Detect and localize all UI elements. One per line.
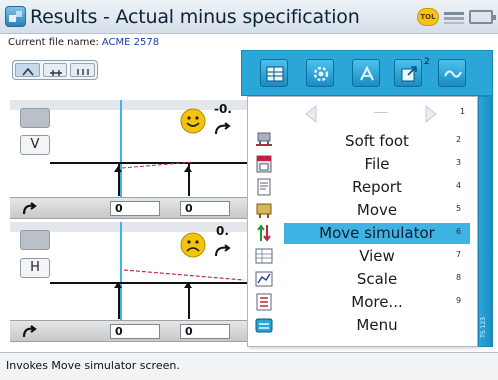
soft-foot-icon xyxy=(256,132,272,146)
scale-icon xyxy=(255,271,273,287)
menu-page-nav: 1 xyxy=(288,103,474,125)
vertical-readout: -0. xyxy=(214,102,232,116)
horizontal-value-strip: 0 0 xyxy=(10,320,248,342)
single-view-segment[interactable] xyxy=(15,63,40,77)
offset-arrow-icon xyxy=(215,244,231,257)
shortcut-4: 4 xyxy=(456,181,462,190)
coupling-icon xyxy=(20,230,50,250)
app-icon xyxy=(5,6,26,27)
more-icon xyxy=(256,293,272,311)
vertical-label: V xyxy=(20,135,50,155)
back-foot-value: 0 xyxy=(180,324,230,339)
export-icon xyxy=(401,66,417,82)
current-file-name: ACME 2578 xyxy=(101,37,160,48)
menu-item-file[interactable]: File xyxy=(284,154,470,175)
shortcut-6: 6 xyxy=(456,227,462,236)
tolerance-button[interactable] xyxy=(352,59,380,87)
menu-item-view[interactable]: View xyxy=(284,246,470,267)
gear-icon xyxy=(313,66,329,82)
page-left-icon[interactable] xyxy=(304,105,318,123)
toolbar: 2 xyxy=(241,50,493,96)
context-menu: 1 Soft foot 2 File 3 Report 4 Move 5 Mov… xyxy=(247,96,478,347)
list-view-segment[interactable] xyxy=(70,63,96,77)
sad-face-icon xyxy=(180,232,206,258)
shortcut-7: 7 xyxy=(456,250,462,259)
split-view-segment[interactable] xyxy=(42,63,68,77)
settings-button[interactable] xyxy=(306,59,334,87)
happy-face-icon xyxy=(180,108,206,134)
side-strip: TS 123 xyxy=(478,96,493,347)
battery-icon xyxy=(469,10,496,24)
tolerance-icon xyxy=(360,65,374,81)
table-icon xyxy=(266,66,284,82)
shortcut-8: 8 xyxy=(456,273,462,282)
export-button[interactable] xyxy=(394,59,422,87)
tolerance-badge: TOL xyxy=(417,8,439,26)
vertical-value-strip: 0 0 xyxy=(10,197,248,219)
deviation-line xyxy=(114,269,244,288)
horizontal-plot: H 0. xyxy=(10,222,248,320)
window-title: Results - Actual minus specification xyxy=(30,6,360,28)
menu-item-report[interactable]: Report xyxy=(284,177,470,198)
horizontal-readout: 0. xyxy=(216,224,229,238)
shortcut-9: 9 xyxy=(456,296,462,305)
menu-item-soft-foot[interactable]: Soft foot xyxy=(284,131,470,152)
storage-icon xyxy=(443,9,465,25)
foot-icon xyxy=(22,202,37,215)
curve-icon xyxy=(444,70,462,78)
menu-item-menu[interactable]: Menu xyxy=(284,315,470,336)
move-simulator-icon xyxy=(257,224,271,242)
current-file-line: Current file name: ACME 2578 xyxy=(8,37,159,48)
shortcut-3: 3 xyxy=(456,158,462,167)
move-icon xyxy=(256,203,272,218)
menu-item-more[interactable]: More... xyxy=(284,292,470,313)
title-bar: Results - Actual minus specification TOL xyxy=(0,0,498,34)
vertical-plot: V -0. xyxy=(10,100,248,197)
file-icon xyxy=(256,155,272,173)
front-foot-value: 0 xyxy=(110,201,160,216)
view-icon xyxy=(255,248,273,264)
menu-item-move-simulator[interactable]: Move simulator xyxy=(284,223,470,244)
coupling-icon xyxy=(20,108,50,128)
menu-item-scale[interactable]: Scale xyxy=(284,269,470,290)
menu-icon xyxy=(255,318,273,333)
side-strip-label: TS 123 xyxy=(480,317,487,338)
page-indicator xyxy=(374,112,388,113)
status-bar: Invokes Move simulator screen. xyxy=(0,352,498,380)
horizontal-label: H xyxy=(20,258,50,278)
deviation-line xyxy=(114,161,194,172)
back-foot-value: 0 xyxy=(180,201,230,216)
toolbar-superscript: 2 xyxy=(424,57,430,67)
foot-icon xyxy=(22,325,37,338)
current-file-label: Current file name: xyxy=(8,37,99,48)
shortcut-2: 2 xyxy=(456,135,462,144)
page-right-icon[interactable] xyxy=(424,105,438,123)
offset-arrow-icon xyxy=(215,122,231,135)
front-foot-value: 0 xyxy=(110,324,160,339)
menu-page-number: 1 xyxy=(460,107,466,116)
report-icon xyxy=(257,178,271,196)
shortcut-5: 5 xyxy=(456,204,462,213)
view-toggle[interactable] xyxy=(12,60,98,80)
curve-button[interactable] xyxy=(438,59,466,87)
menu-item-move[interactable]: Move xyxy=(284,200,470,221)
table-view-button[interactable] xyxy=(260,59,288,87)
